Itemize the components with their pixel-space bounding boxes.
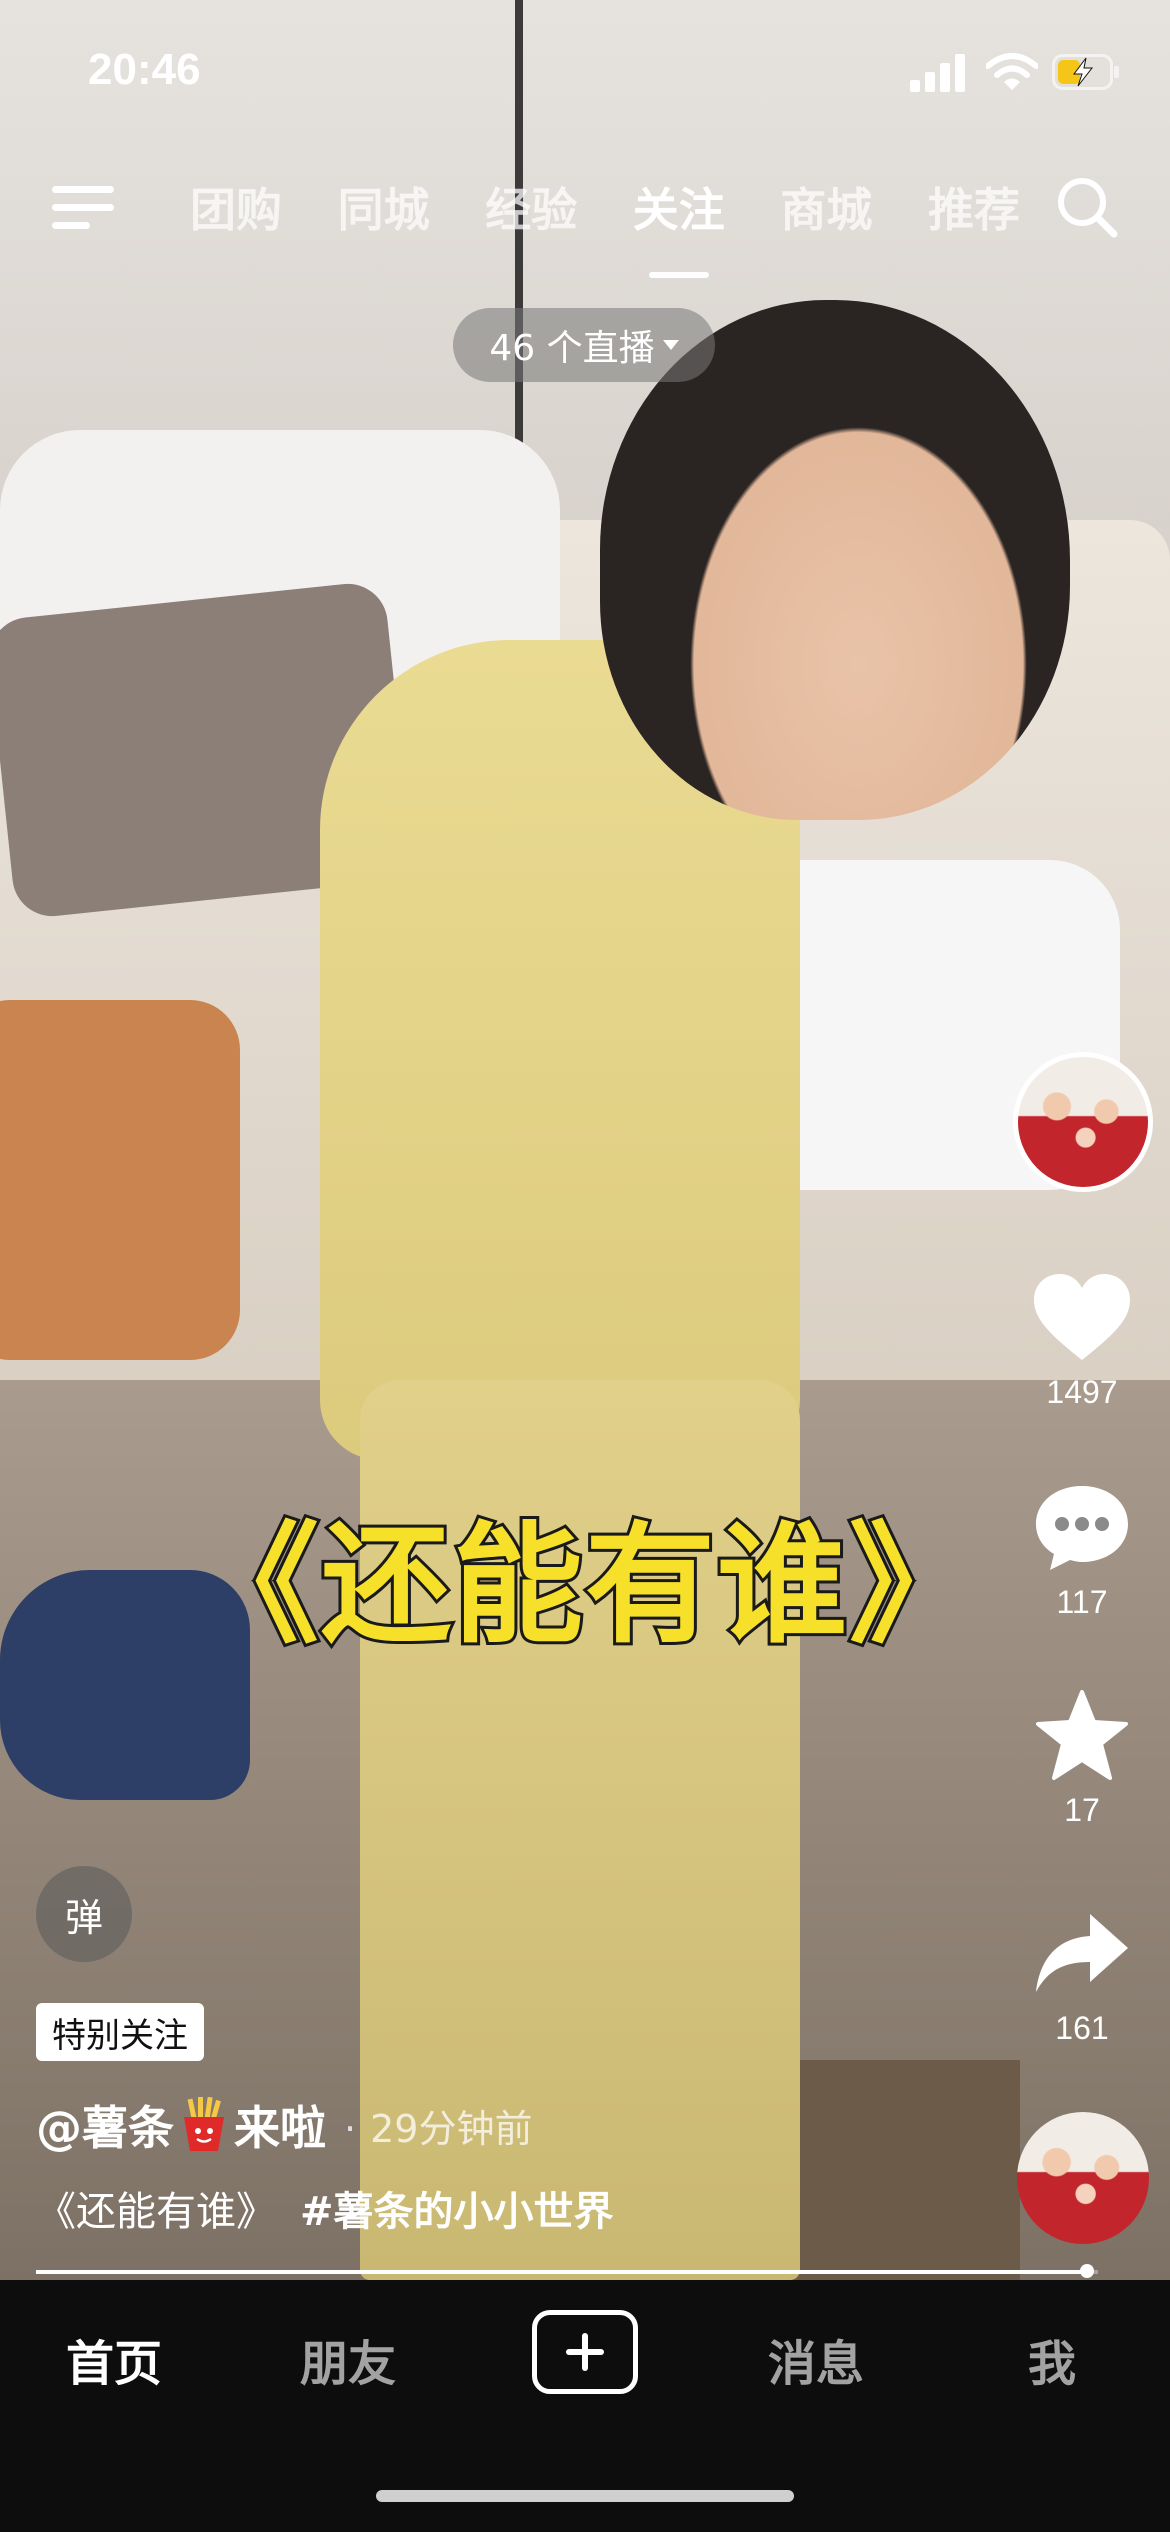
bottom-tab-friends[interactable]: 朋友 [300, 2324, 396, 2394]
post-description: 《还能有谁》 #薯条的小小世界 [36, 2176, 614, 2240]
author-row[interactable]: @薯条 来啦 · 29分钟前 [36, 2090, 532, 2160]
status-time: 20:46 [88, 45, 201, 94]
live-count-pill[interactable]: 46 个直播 [453, 308, 715, 382]
menu-icon[interactable] [52, 180, 116, 236]
share-button[interactable]: 161 [1020, 1908, 1144, 2047]
post-title: 《还能有谁》 [36, 2189, 276, 2235]
signal-icon [910, 54, 965, 92]
bottom-tab-home[interactable]: 首页 [66, 2324, 162, 2394]
danmu-label: 弹 [64, 1895, 103, 1940]
star-icon [1036, 1690, 1128, 1780]
tab-mall[interactable]: 商城 [780, 174, 872, 244]
top-nav: 团购 同城 经验 关注 商城 推荐 [0, 160, 1170, 280]
french-fries-icon [184, 2097, 224, 2151]
video-caption-overlay: 《还能有谁》 [186, 1506, 982, 1664]
video-progress-bar[interactable] [36, 2264, 1098, 2278]
tab-group-buy[interactable]: 团购 [190, 174, 282, 244]
share-count: 161 [1055, 2010, 1109, 2046]
create-post-button[interactable] [532, 2310, 638, 2394]
search-icon[interactable] [1054, 174, 1120, 240]
tab-following[interactable]: 关注 [633, 174, 725, 278]
like-button[interactable]: 1497 [1020, 1272, 1144, 1411]
like-count: 1497 [1046, 1374, 1118, 1410]
bottom-tab-messages[interactable]: 消息 [768, 2324, 864, 2394]
music-disc-avatar[interactable] [1017, 2112, 1149, 2244]
post-time-value: 29分钟前 [370, 2106, 533, 2151]
author-avatar[interactable] [1013, 1052, 1153, 1192]
feed-tabs: 团购 同城 经验 关注 商城 推荐 [190, 174, 1020, 278]
tab-recommended[interactable]: 推荐 [928, 174, 1020, 244]
video-pillow [0, 1000, 240, 1360]
bottom-tab-me[interactable]: 我 [1028, 2324, 1076, 2394]
author-name-suffix[interactable]: 来啦 [234, 2092, 326, 2158]
live-count-label: 46 个直播 [489, 328, 655, 369]
wifi-icon [986, 53, 1038, 90]
danmu-toggle-button[interactable]: 弹 [36, 1866, 132, 1962]
home-indicator [376, 2490, 794, 2502]
status-icons [910, 52, 1120, 92]
favorite-count: 17 [1064, 1792, 1100, 1828]
heart-icon [1034, 1274, 1130, 1360]
tab-experience[interactable]: 经验 [485, 174, 577, 244]
special-follow-tag: 特别关注 [36, 2003, 204, 2061]
caret-down-icon [662, 340, 679, 350]
app-screen: 20:46 团购 同城 经验 关注 商城 推荐 46 个直播 1497 117 … [0, 0, 1170, 2532]
tab-local[interactable]: 同城 [338, 174, 430, 244]
author-name[interactable]: @薯条 [36, 2092, 174, 2158]
battery-charging-icon [1052, 54, 1119, 90]
post-time: · 29分钟前 [344, 2106, 533, 2151]
video-progress-fill [36, 2270, 1088, 2274]
favorite-button[interactable]: 17 [1020, 1690, 1144, 1829]
hashtag-link[interactable]: #薯条的小小世界 [300, 2179, 614, 2237]
status-bar: 20:46 [0, 0, 1170, 140]
share-arrow-icon [1036, 1914, 1128, 1992]
